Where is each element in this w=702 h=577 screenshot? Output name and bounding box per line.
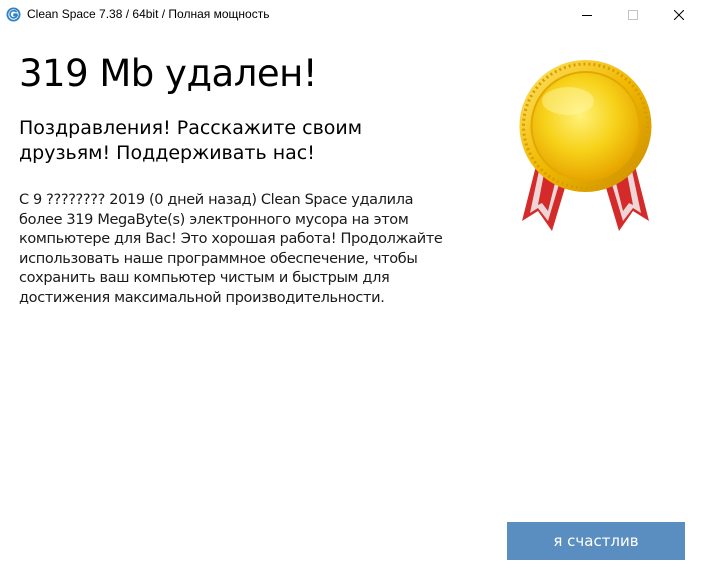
maximize-button[interactable] [610,0,656,30]
close-button[interactable] [656,0,702,30]
congrats-subtitle: Поздравления! Расскажите своим друзьям! … [19,117,363,164]
gold-medal-icon [519,60,652,231]
summary-text: С 9 ???????? 2019 (0 дней назад) Clean S… [19,192,443,306]
title-bar[interactable]: Clean Space 7.38 / 64bit / Полная мощнос… [0,0,702,30]
main-window: Clean Space 7.38 / 64bit / Полная мощнос… [0,0,702,577]
minimize-icon [582,15,592,16]
close-icon [674,10,684,20]
window-title: Clean Space 7.38 / 64bit / Полная мощнос… [27,7,270,21]
clean-space-logo-icon [6,7,21,22]
page-title: 319 Mb удален! [19,52,318,95]
happy-button[interactable]: я счастлив [507,522,685,560]
maximize-icon [628,10,638,20]
minimize-button[interactable] [564,0,610,30]
